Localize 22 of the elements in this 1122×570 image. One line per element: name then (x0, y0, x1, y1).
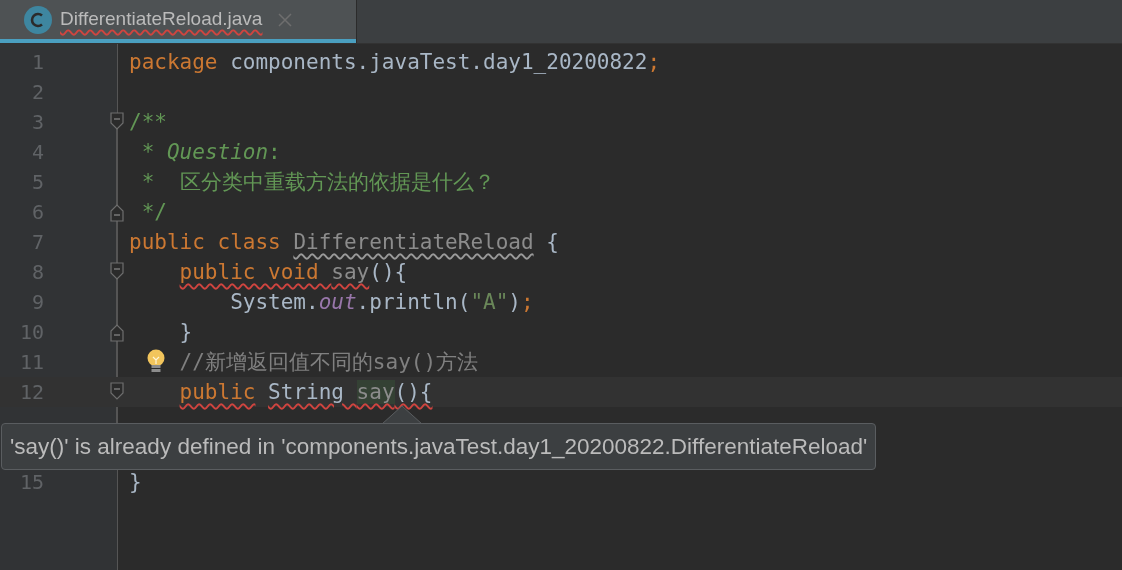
fold-icon[interactable] (110, 204, 124, 222)
code-line: } (179, 319, 193, 346)
code-line: * 区分类中重载方法的依据是什么？ (141, 169, 495, 196)
close-icon[interactable] (278, 12, 293, 27)
fold-icon[interactable] (110, 112, 124, 130)
code-line: * Question: (141, 139, 281, 166)
code-line: } (129, 469, 142, 496)
fold-icon[interactable] (110, 382, 124, 400)
code-line: /** (129, 109, 167, 136)
code-line: //新增返回值不同的say()方法 (179, 349, 479, 376)
code-line: package components.javaTest.day1_20200822; (129, 49, 661, 76)
fold-icon[interactable] (110, 262, 124, 280)
tooltip-arrow (382, 405, 422, 425)
code-line: public class DifferentiateReload { (129, 229, 559, 256)
file-tab[interactable]: DifferentiateReload.java (0, 0, 356, 43)
code-line: public void say(){ (179, 259, 408, 286)
code-line: */ (141, 199, 167, 226)
class-icon (24, 5, 52, 34)
tab-label: DifferentiateReload.java (60, 7, 263, 32)
fold-icon[interactable] (110, 324, 124, 342)
code-line: public String say(){ (179, 379, 433, 406)
code-line: System.out.println("A"); (230, 289, 534, 316)
